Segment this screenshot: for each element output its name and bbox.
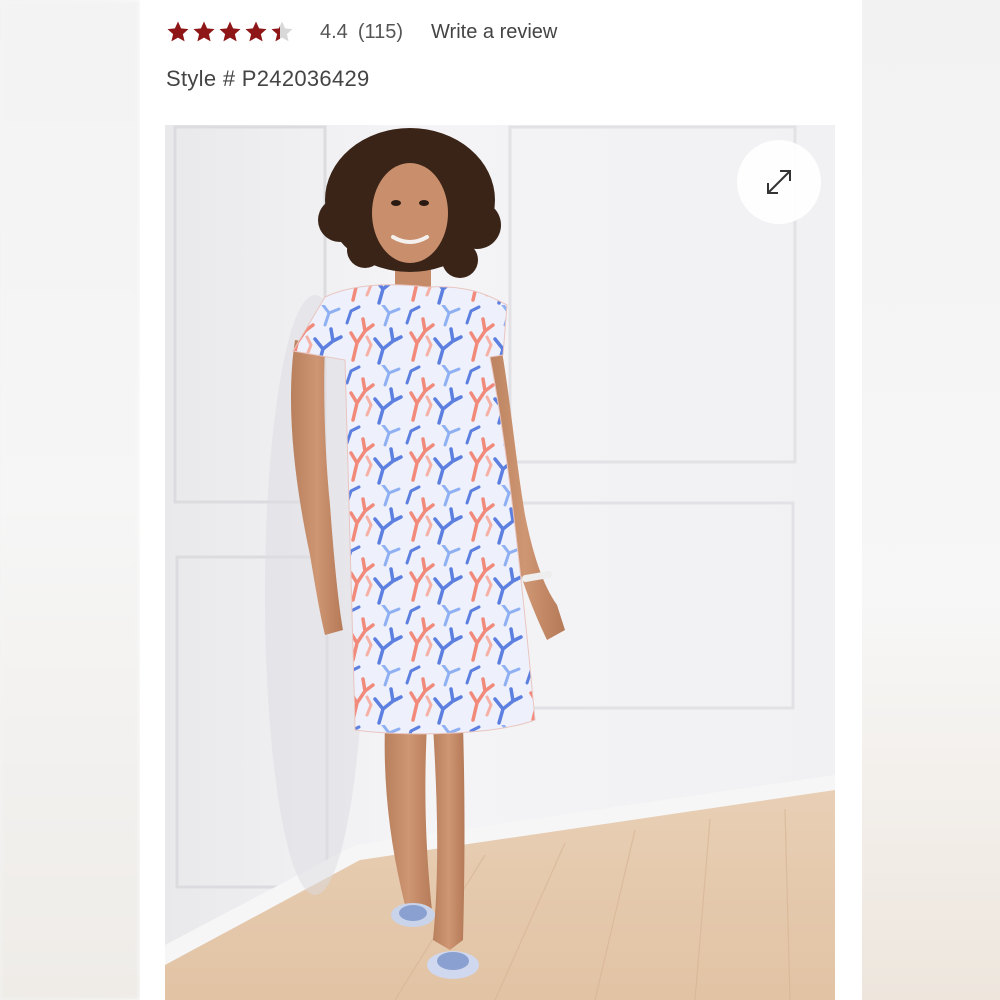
review-count: (115)	[357, 20, 404, 43]
product-photo-illustration	[165, 125, 835, 1000]
style-number: Style # P242036429	[166, 66, 370, 91]
product-panel: 4.4 (115) Write a review Style # P242036…	[140, 0, 862, 1000]
background-right	[860, 0, 1000, 1000]
star-icon	[219, 21, 241, 42]
rating-value: 4.4	[320, 20, 348, 43]
star-icon	[245, 21, 267, 42]
write-review-link[interactable]: Write a review	[431, 21, 557, 44]
star-icon	[167, 21, 189, 42]
product-photo[interactable]	[165, 125, 835, 1000]
expand-arrows-icon	[767, 170, 791, 194]
background-left	[0, 0, 140, 1000]
star-icon	[193, 21, 215, 42]
star-icon	[271, 21, 293, 42]
star-rating	[166, 20, 294, 44]
expand-image-button[interactable]	[737, 140, 821, 224]
rating-summary: 4.4 (115) Write a review	[166, 14, 557, 50]
